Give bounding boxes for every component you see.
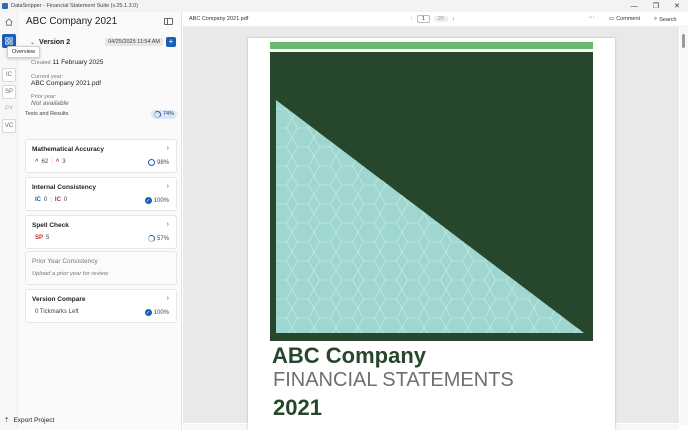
collapse-panel-icon[interactable] [164, 18, 173, 25]
card-title: Prior Year Consistency [32, 258, 98, 265]
current-year-value[interactable]: ABC Company 2021.pdf [31, 80, 181, 87]
document-toolbar: ABC Company 2021.pdf ↑ 1 26 ↓ ··· ▭ Comm… [183, 12, 688, 27]
export-icon: ⇡ [4, 417, 10, 424]
chevron-right-icon: › [166, 295, 169, 302]
card-counts: SP 5 [35, 235, 50, 241]
document-name: ABC Company 2021.pdf [189, 16, 249, 22]
cover-subheading: FINANCIAL STATEMENTS [273, 369, 514, 391]
card-title: Version Compare [32, 296, 86, 303]
search-button[interactable]: ⌕ Search [654, 16, 677, 23]
card-prior-year-consistency: Prior Year Consistency Upload a prior ye… [25, 251, 177, 285]
caret-up-icon: ^ [35, 159, 39, 165]
version-date-badge: 04/25/2025 11:54 AM [105, 38, 163, 46]
rail-item-sp[interactable]: SP [2, 85, 16, 99]
comment-button[interactable]: ▭ Comment [609, 16, 640, 22]
card-subtitle: Upload a prior year for review [32, 271, 109, 277]
vertical-scroll-thumb[interactable] [682, 34, 685, 48]
card-counts: ^ 62 | ^ 3 [35, 159, 66, 165]
tests-label: Tests and Results [25, 111, 69, 117]
card-title: Mathematical Accuracy [32, 146, 105, 153]
card-internal-consistency[interactable]: Internal Consistency › IC 0 | IC 0 ✓ 100… [25, 177, 177, 211]
prior-year-info: Prior year: Not available [31, 94, 181, 107]
close-icon[interactable]: ✕ [666, 0, 688, 12]
created-info: Created 11 February 2025 [31, 59, 181, 66]
project-title: ABC Company 2021 [26, 16, 118, 27]
page-number-input[interactable]: 1 [416, 15, 430, 23]
arrow-down-icon[interactable]: ↓ [452, 16, 455, 22]
progress-ring-icon [147, 159, 155, 166]
export-project-button[interactable]: ⇡ Export Project [4, 416, 54, 425]
comment-icon: ▭ [609, 16, 615, 22]
left-rail: IC SP PY VC [0, 12, 18, 430]
card-counts: 0 Tickmarks Left [35, 309, 79, 315]
cover-heading: ABC Company [272, 343, 427, 368]
app-logo-icon [2, 3, 8, 9]
add-version-button[interactable]: + [166, 37, 176, 47]
card-percent: 98% [147, 159, 169, 166]
home-icon[interactable] [2, 15, 16, 29]
page-total: 26 [433, 16, 448, 22]
cover-image [270, 52, 593, 341]
cover-stripe [270, 42, 593, 49]
chevron-down-icon: ⌄ [30, 39, 36, 46]
card-version-compare[interactable]: Version Compare › 0 Tickmarks Left ✓ 100… [25, 289, 177, 323]
minimize-icon[interactable]: — [623, 0, 645, 12]
more-options-icon[interactable]: ··· [588, 14, 595, 21]
card-percent: 57% [147, 235, 169, 242]
chevron-right-icon: › [166, 145, 169, 152]
chevron-right-icon: › [166, 183, 169, 190]
tests-progress-badge: 74% [150, 109, 177, 119]
card-percent: ✓ 100% [144, 197, 169, 204]
card-title: Spell Check [32, 222, 69, 229]
cover-year: 2021 [273, 395, 322, 420]
rail-item-vc[interactable]: VC [2, 119, 16, 133]
version-label: Version 2 [39, 38, 71, 46]
card-title: Internal Consistency [32, 184, 96, 191]
cover-triangle [276, 100, 584, 333]
prior-year-value: Not available [31, 100, 69, 107]
chevron-right-icon: › [166, 221, 169, 228]
window-title: DataSnipper - Financial Statement Suite … [11, 3, 139, 9]
window-titlebar: DataSnipper - Financial Statement Suite … [0, 0, 688, 12]
current-year-info: Current year: ABC Company 2021.pdf [31, 74, 181, 87]
card-spell-check[interactable]: Spell Check › SP 5 57% [25, 215, 177, 249]
arrow-up-icon[interactable]: ↑ [410, 16, 413, 22]
caret-up-icon: ^ [55, 159, 60, 165]
card-mathematical-accuracy[interactable]: Mathematical Accuracy › ^ 62 | ^ 3 98% [25, 139, 177, 173]
vertical-scrollbar[interactable] [680, 27, 688, 425]
card-percent: ✓ 100% [144, 309, 169, 316]
rail-item-ic[interactable]: IC [2, 68, 16, 82]
created-label: Created [31, 60, 51, 66]
version-selector[interactable]: ⌄ Version 2 04/25/2025 11:54 AM + [30, 36, 176, 48]
search-icon: ⌕ [654, 16, 658, 22]
progress-ring-icon [153, 110, 161, 118]
check-icon: ✓ [144, 309, 152, 316]
card-counts: IC 0 | IC 0 [35, 197, 68, 203]
overview-tooltip: Overview [7, 46, 40, 58]
page-navigator: ↑ 1 26 ↓ [410, 15, 455, 23]
created-value: 11 February 2025 [52, 59, 104, 66]
tests-and-results-header: Tests and Results 74% [25, 108, 177, 120]
check-icon: ✓ [144, 197, 152, 204]
maximize-icon[interactable]: ❐ [645, 0, 667, 12]
progress-ring-icon [147, 235, 155, 242]
rail-item-py[interactable]: PY [2, 102, 16, 116]
